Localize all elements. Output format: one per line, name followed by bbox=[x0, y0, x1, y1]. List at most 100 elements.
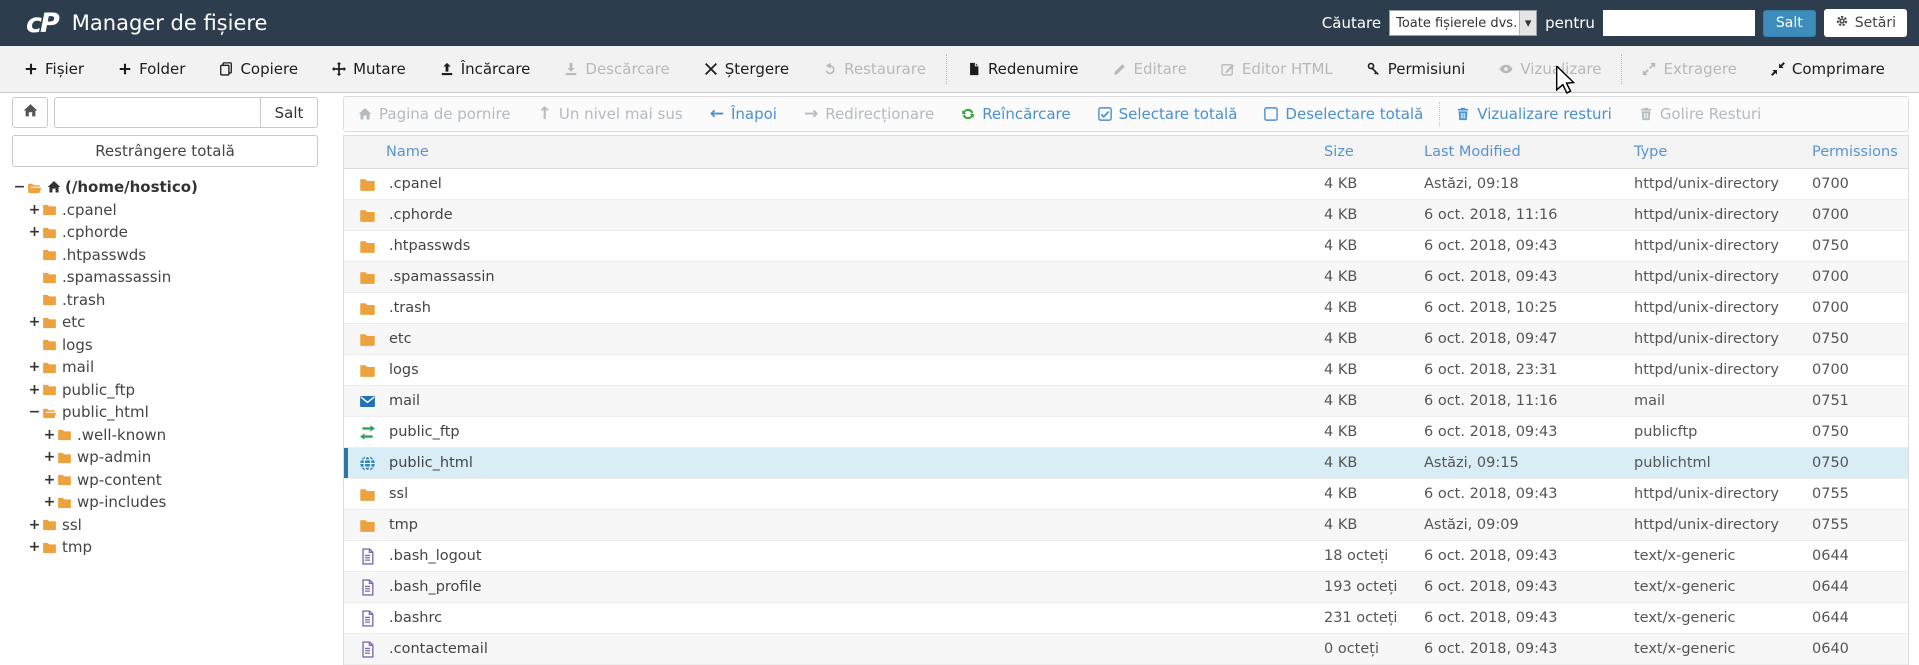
tree-expander[interactable]: + bbox=[27, 539, 42, 555]
tree-expander[interactable]: + bbox=[27, 359, 42, 375]
upload-button[interactable]: Încărcare bbox=[440, 60, 531, 78]
table-row[interactable]: .contactemail0 octeți6 oct. 2018, 09:43t… bbox=[344, 634, 1908, 665]
deselect-all-button[interactable]: Deselectare totală bbox=[1264, 105, 1423, 123]
search-go-button[interactable]: Salt bbox=[1763, 10, 1816, 37]
tree-item[interactable]: −(/home/hostico) bbox=[12, 176, 332, 199]
table-row[interactable]: logs4 KB6 oct. 2018, 23:31httpd/unix-dir… bbox=[344, 355, 1908, 386]
tree-item[interactable]: logs bbox=[12, 334, 332, 357]
html-editor-button[interactable]: Editor HTML bbox=[1221, 60, 1333, 78]
rename-button[interactable]: Redenumire bbox=[967, 60, 1079, 78]
tree-expander[interactable]: + bbox=[42, 494, 57, 510]
column-header-size[interactable]: Size bbox=[1324, 144, 1424, 160]
tree-item-label: logs bbox=[62, 336, 93, 354]
restore-button[interactable]: Restaurare bbox=[823, 60, 926, 78]
search-input[interactable] bbox=[1603, 10, 1755, 36]
tree-expander[interactable]: − bbox=[27, 404, 42, 420]
column-header-last-modified[interactable]: Last Modified bbox=[1424, 144, 1634, 160]
tree-item[interactable]: .trash bbox=[12, 289, 332, 312]
cell-name: public_ftp bbox=[358, 424, 1324, 441]
table-row[interactable]: public_ftp4 KB6 oct. 2018, 09:43publicft… bbox=[344, 417, 1908, 448]
table-row[interactable]: .bash_logout18 octeți6 oct. 2018, 09:43t… bbox=[344, 541, 1908, 572]
uparrow-icon: ↑ bbox=[538, 106, 552, 123]
folder-icon bbox=[42, 292, 57, 307]
tree-expander[interactable]: + bbox=[27, 517, 42, 533]
copy-button[interactable]: Copiere bbox=[219, 60, 298, 78]
tree-item[interactable]: +wp-admin bbox=[12, 446, 332, 469]
tree-item[interactable]: +tmp bbox=[12, 536, 332, 559]
table-row[interactable]: ssl4 KB6 oct. 2018, 09:43httpd/unix-dire… bbox=[344, 479, 1908, 510]
delete-button[interactable]: Ștergere bbox=[704, 60, 789, 78]
tree-expander[interactable]: + bbox=[42, 449, 57, 465]
folder-icon bbox=[358, 331, 376, 348]
extract-button[interactable]: Extragere bbox=[1642, 60, 1736, 78]
table-row[interactable]: .spamassassin4 KB6 oct. 2018, 09:43httpd… bbox=[344, 262, 1908, 293]
search-scope-select[interactable]: Toate fișierele dvs. ▾ bbox=[1389, 10, 1537, 36]
table-row[interactable]: etc4 KB6 oct. 2018, 09:47httpd/unix-dire… bbox=[344, 324, 1908, 355]
tree-expander[interactable]: + bbox=[42, 427, 57, 443]
table-row[interactable]: .cphorde4 KB6 oct. 2018, 11:16httpd/unix… bbox=[344, 200, 1908, 231]
tree-item[interactable]: +.cphorde bbox=[12, 221, 332, 244]
table-row[interactable]: tmp4 KBAstăzi, 09:09httpd/unix-directory… bbox=[344, 510, 1908, 541]
path-input[interactable] bbox=[54, 97, 260, 128]
settings-button[interactable]: Setări bbox=[1824, 9, 1907, 37]
globe-icon bbox=[358, 455, 376, 472]
copy-icon bbox=[219, 62, 233, 76]
tree-expander[interactable]: − bbox=[12, 179, 27, 195]
view-button[interactable]: Vizualizare bbox=[1499, 60, 1601, 78]
toolbar-button-label: Extragere bbox=[1663, 60, 1736, 78]
nav-button-label: Reîncărcare bbox=[982, 105, 1070, 123]
table-row[interactable]: .bashrc231 octeți6 oct. 2018, 09:43text/… bbox=[344, 603, 1908, 634]
search-conjunction-label: pentru bbox=[1545, 14, 1595, 32]
collapse-all-button[interactable]: Restrângere totală bbox=[12, 135, 318, 167]
file-list-panel: NameSizeLast ModifiedTypePermissions .cp… bbox=[343, 135, 1909, 665]
table-row[interactable]: .bash_profile193 octeți6 oct. 2018, 09:4… bbox=[344, 572, 1908, 603]
tree-item[interactable]: +mail bbox=[12, 356, 332, 379]
reload-button[interactable]: Reîncărcare bbox=[961, 105, 1070, 123]
move-button[interactable]: Mutare bbox=[332, 60, 406, 78]
cell-type: httpd/unix-directory bbox=[1634, 486, 1812, 502]
folder-button[interactable]: Folder bbox=[118, 60, 185, 78]
table-row[interactable]: .trash4 KB6 oct. 2018, 10:25httpd/unix-d… bbox=[344, 293, 1908, 324]
tree-item[interactable]: −public_html bbox=[12, 401, 332, 424]
column-header-permissions[interactable]: Permissions bbox=[1812, 144, 1908, 160]
table-row[interactable]: .cpanel4 KBAstăzi, 09:18httpd/unix-direc… bbox=[344, 169, 1908, 200]
table-row[interactable]: public_html4 KBAstăzi, 09:15publichtml07… bbox=[344, 448, 1908, 479]
permissions-button[interactable]: Permisiuni bbox=[1367, 60, 1466, 78]
textfile-icon bbox=[358, 641, 376, 658]
tree-item[interactable]: +.cpanel bbox=[12, 199, 332, 222]
tree-item[interactable]: .spamassassin bbox=[12, 266, 332, 289]
tree-item[interactable]: +public_ftp bbox=[12, 379, 332, 402]
edit-button[interactable]: Editare bbox=[1113, 60, 1187, 78]
forward-button[interactable]: →Redirecționare bbox=[804, 105, 934, 123]
file-icon bbox=[967, 62, 981, 76]
column-header-type[interactable]: Type bbox=[1634, 144, 1812, 160]
folder-icon bbox=[57, 495, 72, 510]
tree-item[interactable]: +wp-includes bbox=[12, 491, 332, 514]
compress-button[interactable]: Comprimare bbox=[1771, 60, 1885, 78]
page-title: Manager de fișiere bbox=[72, 11, 268, 35]
tree-expander[interactable]: + bbox=[27, 202, 42, 218]
home-directory-button[interactable] bbox=[12, 97, 48, 128]
up-one-level-button[interactable]: ↑Un nivel mai sus bbox=[538, 105, 683, 123]
download-button[interactable]: Descărcare bbox=[564, 60, 669, 78]
empty-trash-button[interactable]: Golire Resturi bbox=[1639, 105, 1761, 123]
table-row[interactable]: .htpasswds4 KB6 oct. 2018, 09:43httpd/un… bbox=[344, 231, 1908, 262]
tree-item[interactable]: .htpasswds bbox=[12, 244, 332, 267]
tree-expander[interactable]: + bbox=[27, 382, 42, 398]
file-button[interactable]: Fișier bbox=[24, 60, 84, 78]
tree-expander[interactable]: + bbox=[27, 314, 42, 330]
tree-item[interactable]: +.well-known bbox=[12, 424, 332, 447]
tree-expander[interactable]: + bbox=[27, 224, 42, 240]
column-header-name[interactable]: Name bbox=[358, 144, 1324, 160]
tree-item[interactable]: +wp-content bbox=[12, 469, 332, 492]
back-button[interactable]: ←Înapoi bbox=[710, 105, 777, 123]
tree-item[interactable]: +etc bbox=[12, 311, 332, 334]
path-go-button[interactable]: Salt bbox=[260, 97, 318, 128]
table-row[interactable]: mail4 KB6 oct. 2018, 11:16mail0751 bbox=[344, 386, 1908, 417]
homepage-button[interactable]: Pagina de pornire bbox=[358, 105, 511, 123]
view-trash-button[interactable]: Vizualizare resturi bbox=[1456, 105, 1612, 123]
select-all-button[interactable]: Selectare totală bbox=[1098, 105, 1238, 123]
tree-item[interactable]: +ssl bbox=[12, 514, 332, 537]
tree-expander[interactable]: + bbox=[42, 472, 57, 488]
trash-icon bbox=[1456, 107, 1470, 121]
